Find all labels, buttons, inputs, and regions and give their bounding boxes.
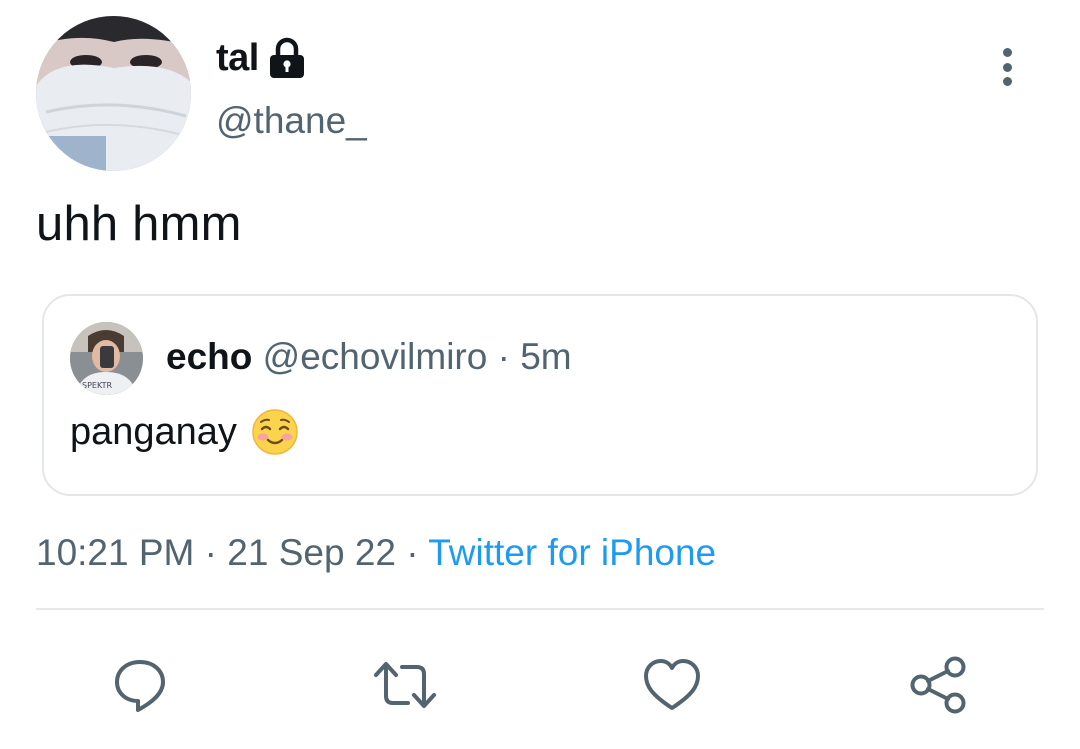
retweet-icon[interactable]	[370, 650, 440, 720]
tweet-header: tal @thane_	[36, 16, 1044, 172]
quoted-separator: ·	[497, 336, 510, 377]
author-display-name[interactable]: tal	[216, 37, 259, 80]
tweet-time: 10:21 PM	[36, 532, 195, 573]
quoted-tweet-text: panganay	[70, 410, 237, 453]
quoted-author-handle: @echovilmiro	[262, 336, 488, 377]
quoted-tweet-header: echo @echovilmiro · 5m	[166, 336, 572, 378]
divider	[36, 608, 1044, 610]
tweet-meta: 10:21 PM · 21 Sep 22 · Twitter for iPhon…	[36, 532, 716, 574]
more-vertical-icon[interactable]	[992, 42, 1022, 92]
reply-icon[interactable]	[105, 650, 175, 720]
tweet-date: 21 Sep 22	[227, 532, 396, 573]
more-dot	[1002, 48, 1012, 57]
quoted-author-name: echo	[166, 336, 253, 377]
svg-text:SPEKTR: SPEKTR	[82, 381, 112, 390]
author-avatar[interactable]	[36, 16, 191, 171]
display-name-row: tal	[216, 36, 367, 80]
quoted-tweet-text-row: panganay	[70, 408, 299, 456]
author-names: tal @thane_	[216, 36, 367, 142]
quoted-author-avatar[interactable]: SPEKTR	[70, 322, 143, 395]
quoted-tweet[interactable]: SPEKTR echo @echovilmiro · 5m panganay	[42, 294, 1038, 496]
author-handle[interactable]: @thane_	[216, 100, 367, 142]
action-bar	[0, 640, 1080, 730]
meta-separator: ·	[406, 532, 419, 573]
quoted-timestamp: 5m	[520, 336, 572, 377]
more-dot	[1002, 77, 1012, 86]
share-icon[interactable]	[903, 650, 973, 720]
more-dot	[1002, 62, 1012, 72]
tweet-text: uhh hmm	[36, 197, 242, 251]
heart-icon[interactable]	[637, 650, 707, 720]
tweet-source-link[interactable]: Twitter for iPhone	[428, 532, 716, 573]
smiling-face-with-blush-emoji	[251, 408, 299, 456]
lock-icon	[267, 36, 307, 80]
meta-separator: ·	[204, 532, 217, 573]
